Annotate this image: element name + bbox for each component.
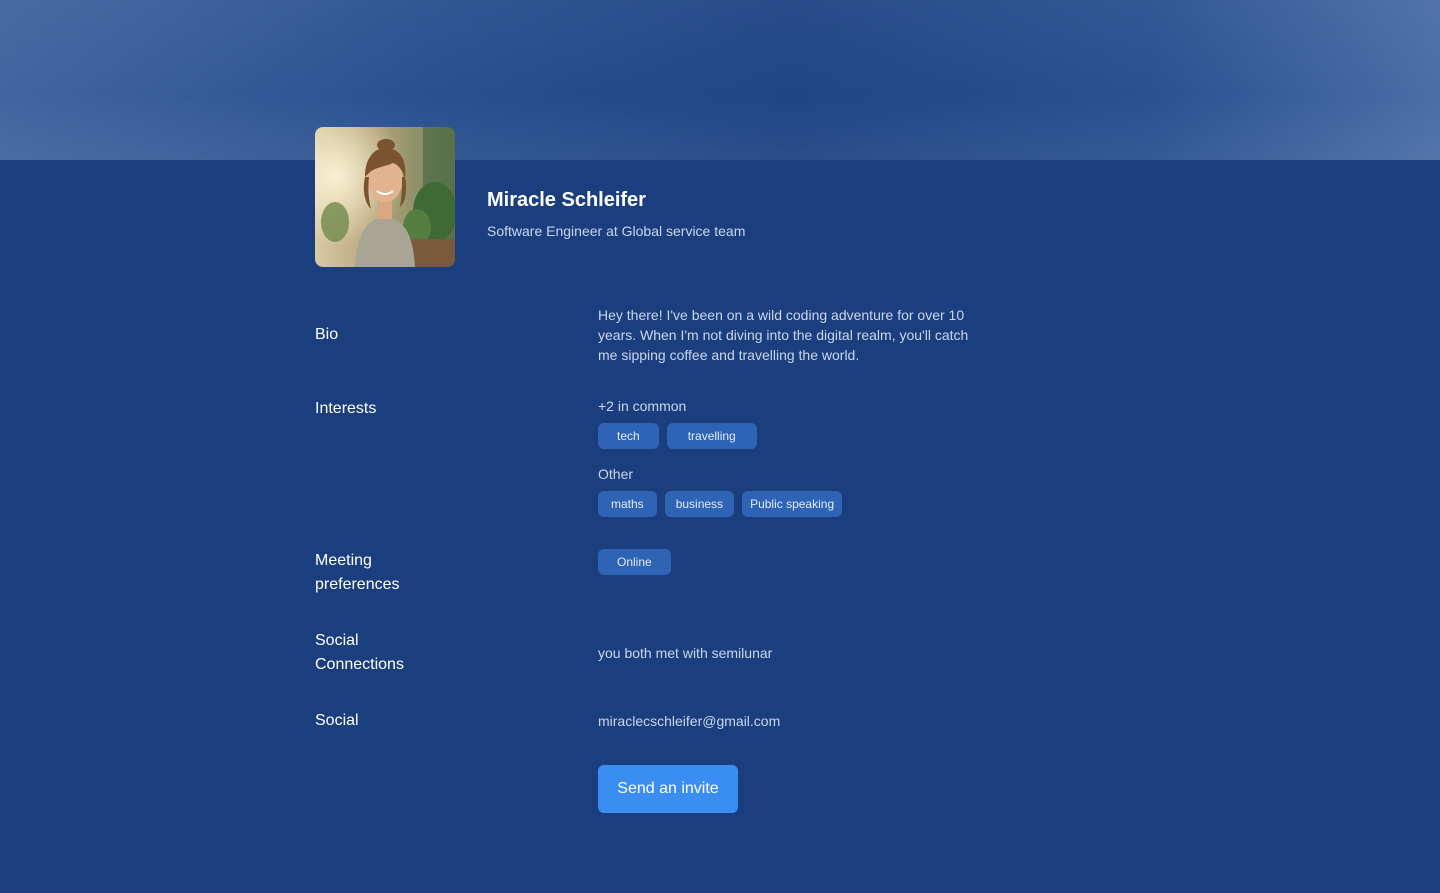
interest-tag-public-speaking[interactable]: Public speaking — [742, 491, 843, 517]
meeting-preferences-tags: Online — [598, 549, 671, 575]
common-interests-label: +2 in common — [598, 398, 687, 414]
other-interests-tags: maths business Public speaking — [598, 491, 843, 517]
interest-tag-tech[interactable]: tech — [598, 423, 659, 449]
profile-name: Miracle Schleifer — [487, 189, 646, 211]
meeting-preferences-label: Meeting preferences — [315, 552, 400, 593]
interests-label: Interests — [315, 400, 377, 417]
bio-text: Hey there! I've been on a wild coding ad… — [598, 307, 969, 363]
social-label: Social — [315, 712, 359, 729]
other-interests-label: Other — [598, 466, 634, 482]
send-invite-button[interactable]: Send an invite — [598, 765, 738, 813]
meeting-tag-online[interactable]: Online — [598, 549, 671, 575]
interest-tag-travelling[interactable]: travelling — [666, 423, 757, 449]
social-connections-label: Social Connections — [315, 632, 404, 673]
social-connections-text: you both met with semilunar — [598, 645, 773, 661]
common-interests-tags: tech travelling — [598, 423, 757, 449]
profile-banner — [0, 0, 1440, 160]
bio-label: Bio — [315, 326, 339, 343]
interest-tag-business[interactable]: business — [664, 491, 735, 517]
interest-tag-maths[interactable]: maths — [598, 491, 657, 517]
social-email-link[interactable]: miraclecschleifer@gmail.com — [598, 711, 780, 731]
profile-title: Software Engineer at Global service team — [487, 223, 746, 239]
profile-avatar — [315, 127, 455, 267]
